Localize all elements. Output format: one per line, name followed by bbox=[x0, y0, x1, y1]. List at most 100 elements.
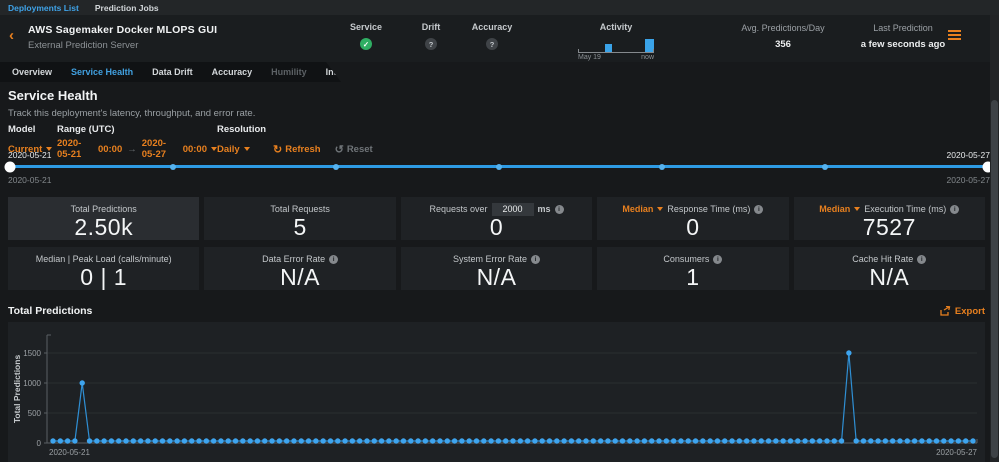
slider-tick bbox=[822, 164, 828, 170]
metric-aggregation-dropdown[interactable]: Median bbox=[819, 204, 860, 214]
stat-card-value: 0 bbox=[401, 216, 592, 239]
stat-card-value: 2.50k bbox=[8, 216, 199, 239]
stat-card-system-error-rate[interactable]: System Error Rate i N/A bbox=[401, 247, 592, 290]
stat-card-response-time-ms[interactable]: Median Response Time (ms) i 0 bbox=[597, 197, 788, 240]
top-nav-link-prediction-jobs[interactable]: Prediction Jobs bbox=[95, 3, 159, 13]
controls-labels: Model Range (UTC) Resolution bbox=[8, 124, 266, 135]
page-title: Service Health bbox=[8, 88, 98, 103]
metric-aggregation-dropdown[interactable]: Median bbox=[622, 204, 663, 214]
info-icon[interactable]: i bbox=[555, 205, 564, 214]
stat-card-requests-over[interactable]: Requests overmsi0 bbox=[401, 197, 592, 240]
deployment-header: ‹ AWS Sagemaker Docker MLOPS GUI Externa… bbox=[0, 15, 999, 62]
chart-panel: 050010001500Total Predictions2020-05-212… bbox=[8, 322, 985, 462]
stat-card-label: Cache Hit Rate bbox=[852, 254, 913, 264]
chart-header: Total Predictions Export bbox=[8, 305, 985, 317]
back-chevron-icon[interactable]: ‹ bbox=[9, 28, 14, 43]
activity-bar bbox=[645, 39, 654, 52]
info-icon[interactable]: i bbox=[754, 205, 763, 214]
info-icon[interactable]: i bbox=[329, 255, 338, 264]
stat-card-data-error-rate[interactable]: Data Error Rate i N/A bbox=[204, 247, 395, 290]
slider-start-label: 2020-05-21 bbox=[8, 150, 51, 160]
slider-tick bbox=[170, 164, 176, 170]
tab-integrations[interactable]: Integrations bbox=[326, 67, 378, 77]
stat-card-total-requests[interactable]: Total Requests 5 bbox=[204, 197, 395, 240]
activity-widget: Activity May 19 now bbox=[578, 22, 654, 61]
stats-row-1: Total Predictions2.50kTotal Requests5Req… bbox=[8, 197, 985, 240]
tab-overview[interactable]: Overview bbox=[12, 67, 52, 77]
activity-mini-chart bbox=[578, 36, 654, 53]
chart-title: Total Predictions bbox=[8, 305, 92, 317]
slider-start-sublabel: 2020-05-21 bbox=[8, 175, 51, 185]
range-label: Range (UTC) bbox=[57, 124, 217, 135]
slider-tick bbox=[333, 164, 339, 170]
page-description: Track this deployment's latency, through… bbox=[8, 108, 255, 119]
svg-text:2020-05-27: 2020-05-27 bbox=[936, 448, 977, 457]
stat-card-total-predictions[interactable]: Total Predictions 2.50k bbox=[8, 197, 199, 240]
stat-card-value: 5 bbox=[204, 216, 395, 239]
stat-card-execution-time-ms[interactable]: Median Execution Time (ms) i 7527 bbox=[794, 197, 985, 240]
resolution-label: Resolution bbox=[217, 124, 266, 135]
tab-service-health[interactable]: Service Health bbox=[71, 67, 133, 77]
stat-card-label: Median | Peak Load (calls/minute) bbox=[36, 254, 172, 264]
info-icon[interactable]: i bbox=[531, 255, 540, 264]
scrollbar-thumb[interactable] bbox=[991, 100, 998, 458]
stats-row-2: Median | Peak Load (calls/minute)0 | 1Da… bbox=[8, 247, 985, 290]
activity-axis: May 19 now bbox=[578, 54, 654, 61]
info-icon[interactable]: i bbox=[950, 205, 959, 214]
status-drift: Drift? bbox=[396, 22, 466, 50]
date-range-slider: 2020-05-21 2020-05-27 2020-05-21 2020-05… bbox=[0, 149, 999, 189]
stat-card-label: Response Time (ms) bbox=[667, 204, 750, 214]
stat-card-label: System Error Rate bbox=[453, 254, 527, 264]
svg-text:500: 500 bbox=[28, 409, 42, 418]
stat-card-label: Data Error Rate bbox=[262, 254, 325, 264]
app-root: Deployments List Prediction Jobs ‹ AWS Sa… bbox=[0, 0, 999, 462]
question-circle-icon[interactable]: ? bbox=[425, 38, 437, 50]
top-nav: Deployments List Prediction Jobs bbox=[0, 0, 999, 15]
chevron-down-icon bbox=[657, 207, 663, 211]
info-icon[interactable]: i bbox=[917, 255, 926, 264]
deployment-titles: AWS Sagemaker Docker MLOPS GUI External … bbox=[28, 24, 217, 51]
deployment-subtitle: External Prediction Server bbox=[28, 40, 217, 51]
stat-card-value: N/A bbox=[794, 266, 985, 289]
question-circle-icon[interactable]: ? bbox=[486, 38, 498, 50]
stat-card-value: N/A bbox=[204, 266, 395, 289]
slider-track[interactable] bbox=[10, 165, 988, 168]
stat-card-value: 0 | 1 bbox=[8, 266, 199, 289]
stat-card-cache-hit-rate[interactable]: Cache Hit Rate i N/A bbox=[794, 247, 985, 290]
slider-handle-start[interactable] bbox=[5, 161, 16, 172]
tab-data-drift[interactable]: Data Drift bbox=[152, 67, 193, 77]
stat-card-label: Execution Time (ms) bbox=[864, 204, 946, 214]
tab-bar: Overview Service Health Data Drift Accuracy… bbox=[0, 62, 360, 82]
stat-card-value: 1 bbox=[597, 266, 788, 289]
status-service: Service✓ bbox=[331, 22, 401, 50]
tab-humility: Humility bbox=[271, 67, 307, 77]
slider-end-sublabel: 2020-05-27 bbox=[947, 175, 990, 185]
slider-end-label: 2020-05-27 bbox=[947, 150, 990, 160]
slider-tick bbox=[659, 164, 665, 170]
info-icon[interactable]: i bbox=[713, 255, 722, 264]
top-nav-link-deployments-list[interactable]: Deployments List bbox=[8, 3, 79, 13]
stat-card-label: Total Requests bbox=[270, 204, 330, 214]
check-circle-icon[interactable]: ✓ bbox=[360, 38, 372, 50]
stat-card-value: 0 bbox=[597, 216, 788, 239]
stat-card-consumers[interactable]: Consumers i 1 bbox=[597, 247, 788, 290]
tab-settings[interactable]: Settings bbox=[396, 67, 432, 77]
svg-text:Total Predictions: Total Predictions bbox=[12, 355, 22, 424]
status-accuracy: Accuracy? bbox=[457, 22, 527, 50]
svg-text:2020-05-21: 2020-05-21 bbox=[49, 448, 90, 457]
tab-accuracy[interactable]: Accuracy bbox=[212, 67, 253, 77]
stat-card-label: Consumers bbox=[663, 254, 709, 264]
activity-start-label: May 19 bbox=[578, 54, 601, 61]
scrollbar[interactable] bbox=[990, 15, 999, 462]
model-label: Model bbox=[8, 124, 57, 135]
stat-card-median-peak-load-calls-minute[interactable]: Median | Peak Load (calls/minute) 0 | 1 bbox=[8, 247, 199, 290]
stat-card-value: 7527 bbox=[794, 216, 985, 239]
slider-tick bbox=[496, 164, 502, 170]
svg-text:1000: 1000 bbox=[23, 379, 41, 388]
export-button[interactable]: Export bbox=[940, 306, 985, 317]
stat-card-value: N/A bbox=[401, 266, 592, 289]
total-predictions-chart: 050010001500Total Predictions2020-05-212… bbox=[8, 322, 985, 462]
activity-label: Activity bbox=[578, 22, 654, 32]
stat-card-label: Total Predictions bbox=[71, 204, 137, 214]
menu-icon[interactable] bbox=[948, 30, 961, 42]
